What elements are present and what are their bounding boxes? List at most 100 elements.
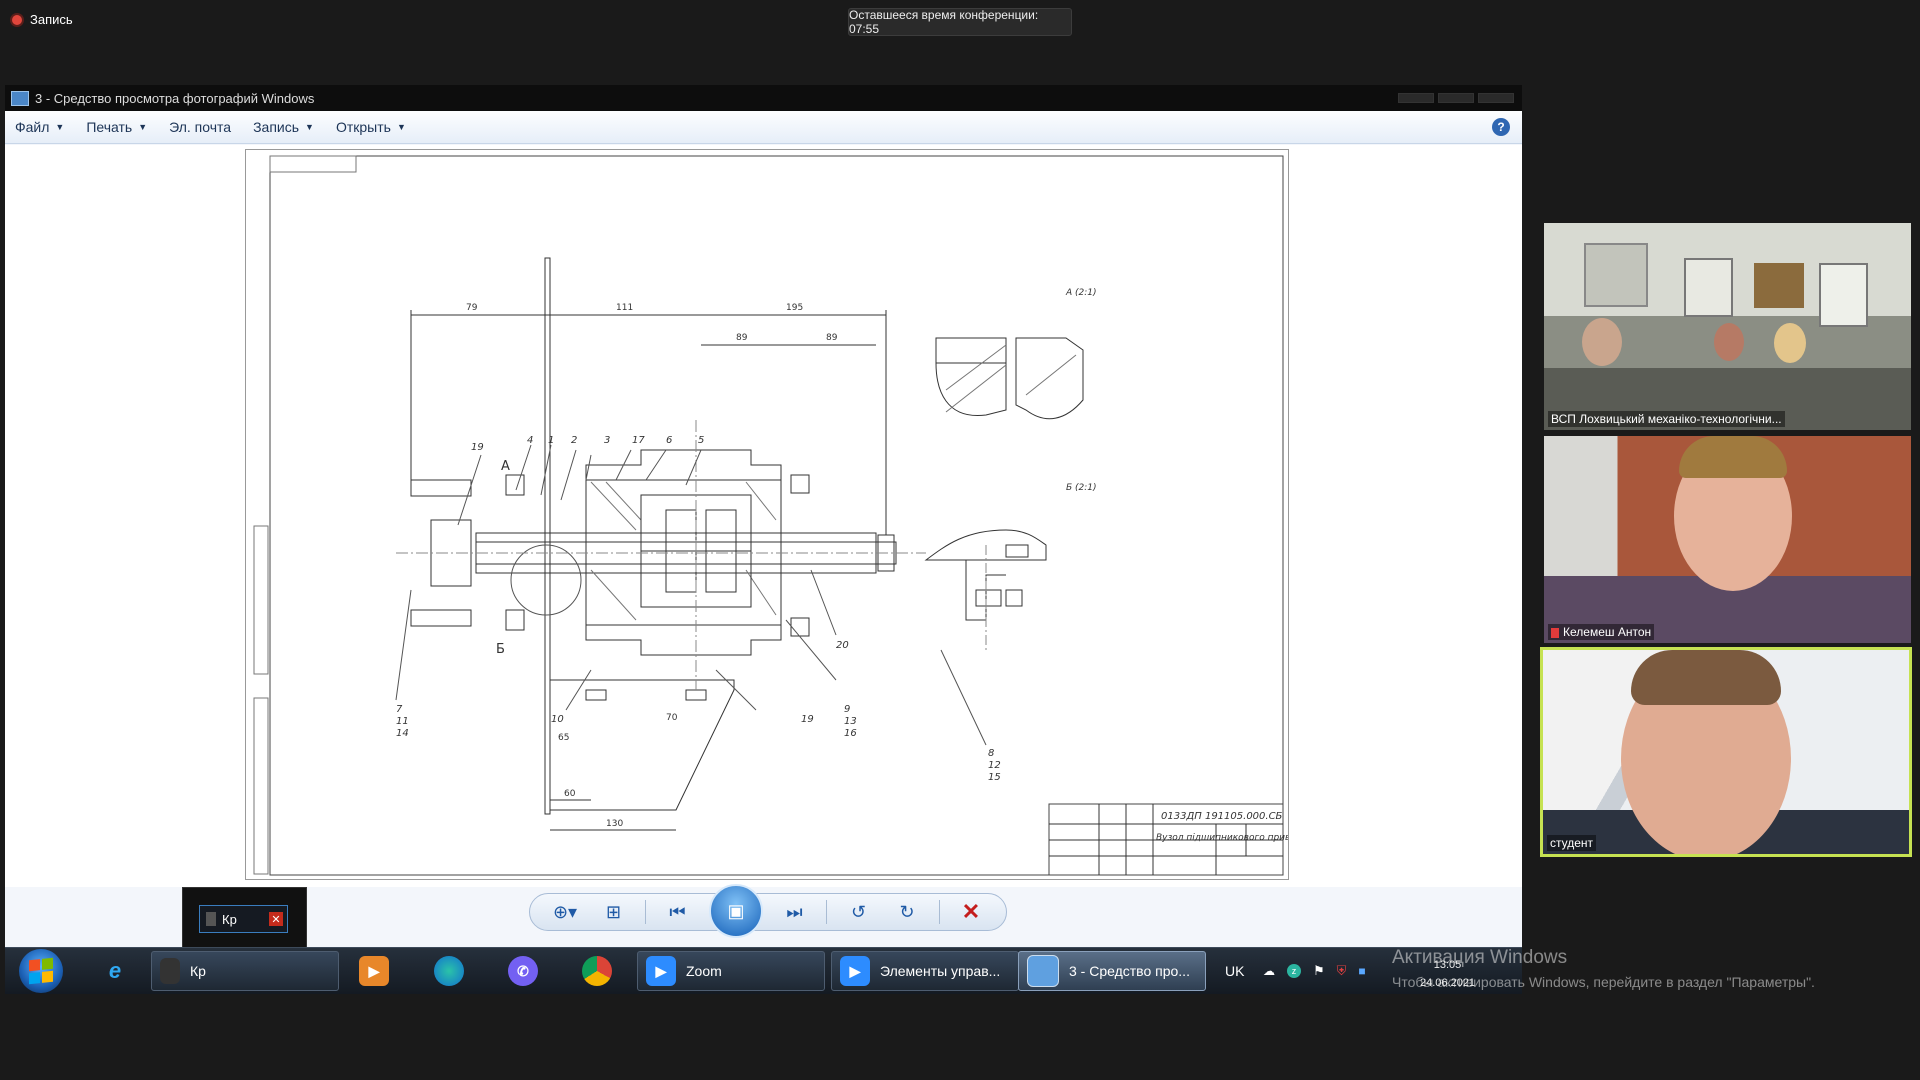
windows-taskbar: e Кр ▶ ✆ ▶ Zoom ▶ Элементы управ... 3 - …: [5, 947, 1522, 994]
close-icon[interactable]: ✕: [269, 912, 283, 926]
taskbar-item-zoom[interactable]: ▶ Zoom: [637, 951, 825, 991]
balloon-12: 12: [988, 760, 1001, 771]
hair: [1631, 650, 1781, 705]
menu-open[interactable]: Открыть ▼: [336, 119, 406, 135]
balloon-19b: 19: [801, 714, 814, 725]
system-tray: ☁ z ⚑ ⛨ ■: [1263, 948, 1366, 994]
video-tile-participant-2[interactable]: Келемеш Антон: [1544, 436, 1911, 643]
balloon-1: 1: [548, 435, 554, 446]
participant-name-label: Келемеш Антон: [1563, 625, 1652, 639]
window-icon: [206, 912, 216, 926]
taskbar-item-label: Элементы управ...: [880, 963, 1001, 979]
chevron-down-icon: ▼: [396, 122, 406, 132]
rotate-right-button[interactable]: ↻: [890, 898, 924, 926]
taskbar-item-label: 3 - Средство про...: [1069, 963, 1190, 979]
balloon-9: 9: [844, 704, 850, 715]
video-tile-participant-1[interactable]: ВСП Лохвицький механіко-технологічни...: [1544, 223, 1911, 430]
slideshow-icon: ▣: [727, 900, 745, 921]
slideshow-button[interactable]: ▣: [709, 884, 763, 938]
taskbar-item-controls[interactable]: ▶ Элементы управ...: [831, 951, 1019, 991]
window-title: 3 - Средство просмотра фотографий Window…: [35, 90, 315, 106]
rotate-right-icon: ↻: [899, 901, 915, 922]
rotate-left-button[interactable]: ↺: [842, 898, 876, 926]
balloon-8: 8: [988, 748, 994, 759]
viewer-navigation-bar: ⊕▾ ⊞ ⏮ ▣ ⏭ ↺ ↻ ✕: [529, 884, 1007, 938]
participant-figure: [1774, 323, 1806, 363]
menu-print[interactable]: Печать ▼: [86, 119, 147, 135]
zoom-icon: ▶: [646, 956, 676, 986]
activation-watermark: Активация Windows Чтобы активировать Win…: [1392, 946, 1815, 994]
dim-79: 79: [466, 303, 478, 313]
menu-open-label: Открыть: [335, 119, 391, 135]
hair: [1679, 436, 1787, 478]
actual-size-button[interactable]: ⊞: [597, 898, 631, 926]
help-icon[interactable]: ?: [1492, 118, 1510, 136]
activation-message: Чтобы активировать Windows, перейдите в …: [1392, 974, 1815, 990]
previous-icon: ⏮: [669, 901, 686, 922]
taskbar-item-label: Кр: [190, 963, 206, 979]
menu-burn[interactable]: Запись ▼: [253, 119, 314, 135]
balloon-10: 10: [551, 714, 564, 725]
shield-icon[interactable]: ⛨: [1337, 963, 1347, 979]
menu-email-label: Эл. почта: [169, 119, 232, 135]
menu-file[interactable]: Файл ▼: [15, 119, 64, 135]
section-letter-a: А: [501, 459, 510, 474]
dim-89a: 89: [736, 333, 748, 343]
balloon-19: 19: [471, 442, 484, 453]
chevron-down-icon: ▼: [138, 122, 148, 132]
thumbnail-title[interactable]: Кр ✕: [199, 905, 288, 933]
thumbnail-label: Кр: [222, 911, 237, 927]
language-indicator[interactable]: UK: [1225, 948, 1244, 994]
balloon-13: 13: [844, 716, 857, 727]
toolbar-divider: [645, 900, 646, 924]
balloon-14: 14: [396, 728, 409, 739]
next-icon: ⏭: [786, 901, 803, 922]
network-icon[interactable]: ☁: [1263, 964, 1275, 978]
taskbar-item-photo-viewer[interactable]: 3 - Средство про...: [1018, 951, 1206, 991]
internet-explorer-icon: e: [108, 958, 122, 983]
internet-explorer-pin[interactable]: e: [93, 951, 137, 991]
balloon-2: 2: [571, 435, 577, 446]
zoom-tray-icon[interactable]: z: [1287, 964, 1301, 978]
activation-title: Активация Windows: [1392, 947, 1568, 968]
window-icon: [160, 958, 180, 984]
menu-bar: Файл ▼ Печать ▼ Эл. почта Запись ▼ Открыть ▼…: [5, 111, 1522, 144]
video-tile-participant-3-active-speaker[interactable]: студент: [1540, 647, 1912, 857]
language-label: UK: [1225, 963, 1245, 979]
technical-drawing-sheet: 0133ДП 191105.000.СБ Вузол підшипниковог…: [245, 149, 1289, 880]
flag-icon[interactable]: ⚑: [1313, 963, 1325, 979]
title-block-code: 0133ДП 191105.000.СБ: [1161, 811, 1283, 822]
chrome-pin[interactable]: [575, 951, 619, 991]
maximize-button[interactable]: [1438, 93, 1474, 103]
zoom-icon: ▶: [840, 956, 870, 986]
next-button[interactable]: ⏭: [778, 898, 812, 926]
wall-poster: [1684, 258, 1733, 317]
record-icon: [12, 14, 22, 25]
balloon-11: 11: [396, 716, 409, 727]
zoom-button[interactable]: ⊕▾: [548, 898, 582, 926]
viber-pin[interactable]: ✆: [501, 951, 545, 991]
minimize-button[interactable]: [1398, 93, 1434, 103]
view-b-label: Б (2:1): [1066, 483, 1097, 493]
photo-viewer-icon: [11, 90, 29, 106]
cork-board: [1754, 263, 1804, 308]
recording-indicator[interactable]: Запись: [12, 12, 73, 27]
media-player-pin[interactable]: ▶: [352, 951, 396, 991]
chrome-icon: [582, 956, 612, 986]
toolbar-divider: [826, 900, 827, 924]
taskbar-thumbnail-preview[interactable]: Кр ✕: [182, 887, 307, 951]
image-canvas[interactable]: 0133ДП 191105.000.СБ Вузол підшипниковог…: [5, 145, 1522, 887]
edge-pin[interactable]: [427, 951, 471, 991]
menu-burn-label: Запись: [253, 119, 300, 135]
close-button[interactable]: [1478, 93, 1514, 103]
previous-button[interactable]: ⏮: [661, 898, 695, 926]
menu-email[interactable]: Эл. почта: [169, 119, 231, 135]
video-icon[interactable]: ■: [1358, 964, 1365, 978]
toolbar-divider: [938, 900, 940, 924]
start-button[interactable]: [19, 949, 63, 993]
delete-button[interactable]: ✕: [954, 898, 988, 926]
participant-figure: [1582, 318, 1622, 366]
taskbar-item-kr[interactable]: Кр: [151, 951, 339, 991]
balloon-17: 17: [632, 435, 645, 446]
window-titlebar[interactable]: 3 - Средство просмотра фотографий Window…: [5, 85, 1522, 111]
